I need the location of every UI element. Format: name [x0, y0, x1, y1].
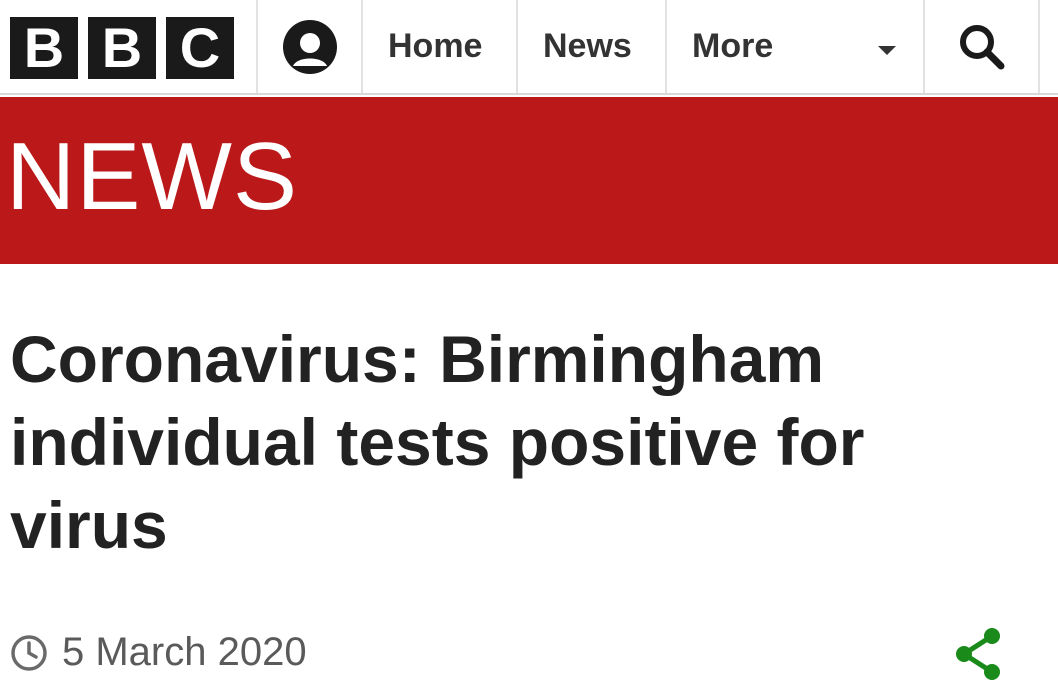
search-icon [960, 24, 1005, 69]
top-navigation-bar: B B C Home News More [0, 0, 1058, 95]
account-icon [283, 19, 337, 74]
search-button[interactable] [926, 0, 1038, 93]
share-icon [956, 628, 1000, 680]
chevron-down-icon [878, 46, 896, 55]
logo-letter-b1: B [10, 17, 78, 79]
nav-divider [1038, 0, 1040, 93]
nav-divider [923, 0, 925, 93]
logo-letter-c: C [166, 17, 234, 79]
nav-home-link[interactable]: Home [388, 0, 482, 93]
article-headline: Coronavirus: Birmingham individual tests… [10, 322, 865, 562]
nav-more-menu[interactable]: More [667, 0, 923, 93]
article-date: 5 March 2020 [62, 630, 307, 674]
nav-divider [516, 0, 518, 93]
article-meta: 5 March 2020 [10, 630, 307, 675]
news-banner-title[interactable]: NEWS [6, 117, 298, 237]
clock-icon [11, 634, 47, 671]
share-button[interactable] [952, 626, 1004, 682]
news-banner: NEWS [0, 97, 1058, 264]
nav-divider [361, 0, 363, 93]
account-button[interactable] [258, 0, 362, 93]
nav-news-link[interactable]: News [543, 0, 632, 93]
bbc-logo[interactable]: B B C [10, 17, 234, 79]
nav-more-label: More [692, 27, 774, 65]
logo-letter-b2: B [88, 17, 156, 79]
